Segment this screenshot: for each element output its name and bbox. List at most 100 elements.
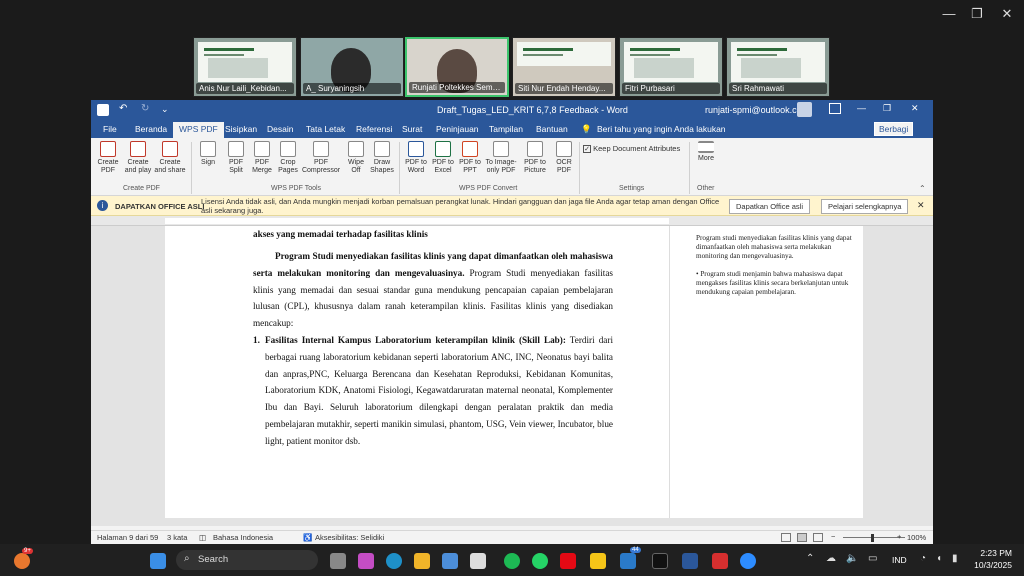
comment-text[interactable]: • Program studi menjamin bahwa mahasiswa… — [696, 270, 858, 297]
wipe-off-button[interactable]: Wipe Off — [343, 141, 369, 175]
pdf-to-word-button[interactable]: PDF to Word — [403, 141, 429, 175]
tab-beranda[interactable]: Beranda — [135, 124, 167, 134]
spotify-icon[interactable] — [504, 553, 520, 569]
read-mode-icon[interactable] — [781, 533, 791, 542]
tiktok-icon[interactable] — [652, 553, 668, 569]
chevron-up-icon[interactable]: ⌃ — [806, 553, 814, 564]
file-explorer-icon[interactable] — [414, 553, 430, 569]
tab-tampilan[interactable]: Tampilan — [489, 124, 523, 134]
start-icon[interactable] — [150, 553, 166, 569]
zoom-slider-thumb[interactable] — [871, 534, 874, 542]
more-button[interactable]: More — [693, 141, 719, 163]
tab-wps-pdf[interactable]: WPS PDF — [173, 122, 224, 138]
draw-shapes-button[interactable]: Draw Shapes — [369, 141, 395, 175]
sign-button[interactable]: Sign — [195, 141, 221, 167]
tab-peninjauan[interactable]: Peninjauan — [436, 124, 479, 134]
pdf-to-picture-button[interactable]: PDF to Picture — [520, 141, 550, 175]
compress-icon — [313, 141, 329, 157]
comment-text[interactable]: Program studi menyediakan fasilitas klin… — [696, 234, 858, 261]
quick-access-menu-icon[interactable]: ⌄ — [161, 104, 169, 115]
page-count[interactable]: Halaman 9 dari 59 — [97, 533, 158, 542]
participant-tile[interactable]: Fitri Purbasari — [619, 37, 723, 97]
acrobat-icon[interactable] — [712, 553, 728, 569]
pdf-split-button[interactable]: PDF Split — [223, 141, 249, 175]
pdf-compressor-button[interactable]: PDF Compressor — [301, 141, 341, 175]
participant-tile[interactable]: A_ Suryaningsih — [300, 37, 404, 97]
close-icon[interactable]: ✕ — [911, 103, 919, 114]
accessibility-status[interactable]: Aksesibilitas: Selidiki — [315, 533, 384, 542]
participant-tile[interactable]: Sri Rahmawati — [726, 37, 830, 97]
print-layout-icon[interactable] — [797, 533, 807, 542]
redo-icon[interactable]: ↻ — [141, 103, 149, 114]
clock-date[interactable]: 10/3/2025 — [966, 560, 1012, 570]
word-taskbar-icon[interactable] — [682, 553, 698, 569]
proofing-icon[interactable]: ◫ — [199, 533, 206, 542]
telegram-icon[interactable] — [620, 553, 636, 569]
search-box[interactable]: ⌕ Search — [176, 550, 318, 570]
list-item[interactable]: 1. Fasilitas Internal Kampus Laboratorium… — [253, 332, 613, 450]
pdf-to-ppt-button[interactable]: PDF to PPT — [457, 141, 483, 175]
tell-me-search[interactable]: Beri tahu yang ingin Anda lakukan — [597, 124, 726, 134]
tab-referensi[interactable]: Referensi — [356, 124, 392, 134]
maximize-button[interactable]: ❐ — [962, 6, 992, 22]
sound-icon[interactable]: 🔈 — [846, 553, 858, 564]
wifi-icon[interactable]: ◔ — [920, 553, 926, 564]
power-icon[interactable]: ▮ — [952, 553, 958, 564]
participant-tile[interactable]: Siti Nur Endah Henday... — [512, 37, 616, 97]
close-infobar-icon[interactable]: ✕ — [917, 200, 925, 211]
to-image-only-pdf-button[interactable]: To Image-only PDF — [483, 141, 519, 175]
widgets-icon[interactable] — [14, 553, 30, 569]
create-pdf-button[interactable]: Create PDF — [95, 141, 121, 175]
tab-surat[interactable]: Surat — [402, 124, 422, 134]
copilot-icon[interactable] — [358, 553, 374, 569]
get-office-button[interactable]: Dapatkan Office asli — [729, 199, 810, 214]
zoom-out-icon[interactable]: − — [831, 532, 835, 541]
learn-more-button[interactable]: Pelajari selengkapnya — [821, 199, 909, 214]
tab-bantuan[interactable]: Bantuan — [536, 124, 568, 134]
participant-tile[interactable]: Anis Nur Laili_Kebidan... — [193, 37, 297, 97]
web-layout-icon[interactable] — [813, 533, 823, 542]
minimize-icon[interactable]: — — [857, 103, 866, 113]
edge-icon[interactable] — [386, 553, 402, 569]
keep-attributes-checkbox[interactable]: ✓ Keep Document Attributes — [583, 144, 680, 154]
account-email[interactable]: runjati-spmi@outlook.com — [705, 105, 809, 115]
word-count[interactable]: 3 kata — [167, 533, 187, 542]
collapse-ribbon-icon[interactable]: ⌃ — [919, 184, 926, 193]
minimize-button[interactable]: — — [934, 6, 964, 21]
pdf-to-excel-button[interactable]: PDF to Excel — [430, 141, 456, 175]
tab-desain[interactable]: Desain — [267, 124, 293, 134]
pdf-merge-button[interactable]: PDF Merge — [249, 141, 275, 175]
paragraph[interactable]: Program Studi menyediakan fasilitas klin… — [253, 248, 613, 332]
sticky-notes-icon[interactable] — [590, 553, 606, 569]
participant-tile-active[interactable]: Runjati Poltekkes Semara... — [405, 37, 509, 97]
task-view-icon[interactable] — [330, 553, 346, 569]
share-button[interactable]: Berbagi — [874, 122, 914, 136]
create-and-play-button[interactable]: Create and play — [123, 141, 153, 175]
volume-icon[interactable]: ◖ — [936, 553, 942, 564]
tab-sisipkan[interactable]: Sisipkan — [225, 124, 257, 134]
avatar[interactable] — [797, 102, 812, 117]
zoom-slider[interactable] — [843, 537, 905, 538]
create-and-share-button[interactable]: Create and share — [154, 141, 186, 175]
clock-time[interactable]: 2:23 PM — [976, 548, 1012, 558]
save-icon[interactable] — [97, 104, 109, 116]
tab-tata-letak[interactable]: Tata Letak — [306, 124, 345, 134]
ocr-pdf-button[interactable]: OCR PDF — [551, 141, 577, 175]
zoom-app-icon[interactable] — [740, 553, 756, 569]
zoom-in-icon[interactable]: + — [897, 532, 901, 541]
undo-icon[interactable]: ↶ — [119, 103, 127, 114]
cloud-icon[interactable]: ☁ — [826, 553, 836, 564]
language[interactable]: Bahasa Indonesia — [213, 533, 273, 542]
whatsapp-icon[interactable] — [532, 553, 548, 569]
ribbon-display-options-icon[interactable] — [829, 103, 841, 114]
zoom-level[interactable]: 100% — [907, 533, 926, 542]
crop-pages-button[interactable]: Crop Pages — [275, 141, 301, 175]
store-icon[interactable] — [442, 553, 458, 569]
input-language[interactable]: IND — [892, 555, 907, 565]
restore-icon[interactable]: ❐ — [883, 103, 891, 114]
close-button[interactable]: ✕ — [992, 6, 1022, 22]
battery-icon[interactable]: ▭ — [868, 553, 877, 564]
tab-file[interactable]: File — [103, 124, 117, 134]
notepad-icon[interactable] — [470, 553, 486, 569]
netflix-icon[interactable] — [560, 553, 576, 569]
